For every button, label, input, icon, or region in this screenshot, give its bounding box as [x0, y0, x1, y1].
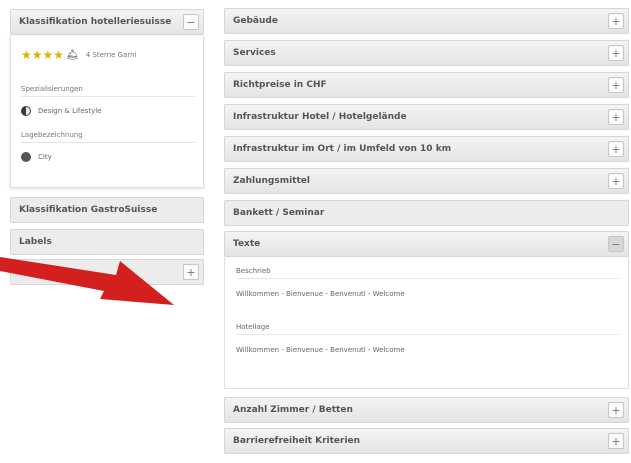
collapse-toggle-button[interactable]: − [608, 236, 624, 252]
expand-toggle-button[interactable]: + [183, 264, 199, 280]
star-icon: ★ [31, 48, 43, 62]
garni-icon: 🛎︎ [66, 49, 79, 61]
divider [236, 334, 619, 335]
beschrieb-text: Willkommen - Bienvenue - Benvenuti - Wel… [236, 290, 405, 298]
red-arrow-icon [0, 257, 174, 305]
section-title: Infrastruktur im Ort / im Umfeld von 10 … [233, 144, 452, 154]
star-icon: ★ [42, 48, 54, 62]
divider [21, 142, 195, 143]
texte-content: Beschrieb Willkommen - Bienvenue - Benve… [224, 257, 629, 389]
divider [21, 96, 195, 97]
hotelleriesuisse-panel: ★ ★ ★ ★ 🛎︎ 4 Sterne Garni Spezialisierun… [10, 36, 204, 188]
expand-toggle-button[interactable]: + [608, 173, 624, 189]
location-item: City [21, 152, 52, 162]
location-label: Lagebezeichnung [21, 131, 83, 139]
section-title: Anzahl Zimmer / Betten [233, 405, 353, 415]
city-icon [21, 152, 31, 162]
hotellage-label: Hotellage [236, 323, 270, 331]
section-title: Services [233, 48, 276, 58]
star-rating: ★ ★ ★ ★ 🛎︎ 4 Sterne Garni [21, 49, 137, 61]
expand-toggle-button[interactable]: + [608, 77, 624, 93]
accordion-labels[interactable]: Labels [10, 229, 204, 255]
section-services[interactable]: Services + [224, 40, 629, 66]
beschrieb-label: Beschrieb [236, 267, 271, 275]
section-infrastruktur-hotel[interactable]: Infrastruktur Hotel / Hotelgelände + [224, 104, 629, 130]
specializations-label: Spezialisierungen [21, 85, 83, 93]
section-title: Richtpreise in CHF [233, 80, 327, 90]
expand-toggle-button[interactable]: + [608, 433, 624, 449]
section-title: Infrastruktur Hotel / Hotelgelände [233, 112, 407, 122]
section-title: Zahlungsmittel [233, 176, 310, 186]
stars-label: 4 Sterne Garni [85, 51, 137, 59]
accordion-title: Klassifikation hotelleriesuisse [19, 17, 172, 27]
section-barrierefreiheit[interactable]: Barrierefreiheit Kriterien + [224, 428, 629, 454]
section-anzahl-zimmer[interactable]: Anzahl Zimmer / Betten + [224, 397, 629, 423]
specialization-label: Design & Lifestyle [38, 107, 102, 115]
expand-toggle-button[interactable]: + [608, 45, 624, 61]
expand-toggle-button[interactable]: + [608, 141, 624, 157]
section-gebaeude[interactable]: Gebäude + [224, 8, 629, 34]
accordion-title: Labels [19, 237, 52, 247]
collapse-toggle-button[interactable]: − [183, 14, 199, 30]
star-icon: ★ [53, 48, 65, 62]
hotellage-text: Willkommen - Bienvenue - Benvenuti - Wel… [236, 346, 405, 354]
design-lifestyle-icon [21, 106, 31, 116]
expand-toggle-button[interactable]: + [608, 109, 624, 125]
section-title: Bankett / Seminar [233, 208, 325, 218]
section-title: Texte [233, 239, 261, 249]
accordion-klassifikation-gastrosuisse[interactable]: Klassifikation GastroSuisse [10, 197, 204, 223]
section-richtpreise[interactable]: Richtpreise in CHF + [224, 72, 629, 98]
expand-toggle-button[interactable]: + [608, 13, 624, 29]
location-value: City [38, 153, 52, 161]
section-infrastruktur-ort[interactable]: Infrastruktur im Ort / im Umfeld von 10 … [224, 136, 629, 162]
section-title: Barrierefreiheit Kriterien [233, 436, 361, 446]
section-zahlungsmittel[interactable]: Zahlungsmittel + [224, 168, 629, 194]
expand-toggle-button[interactable]: + [608, 402, 624, 418]
section-bankett-seminar[interactable]: Bankett / Seminar [224, 200, 629, 226]
divider [236, 278, 619, 279]
section-title: Gebäude [233, 16, 278, 26]
section-texte[interactable]: Texte − [224, 231, 629, 257]
accordion-klassifikation-hotelleriesuisse[interactable]: Klassifikation hotelleriesuisse − [10, 9, 204, 35]
specialization-item: Design & Lifestyle [21, 106, 101, 116]
star-icon: ★ [21, 48, 32, 62]
accordion-title: Klassifikation GastroSuisse [19, 205, 158, 215]
